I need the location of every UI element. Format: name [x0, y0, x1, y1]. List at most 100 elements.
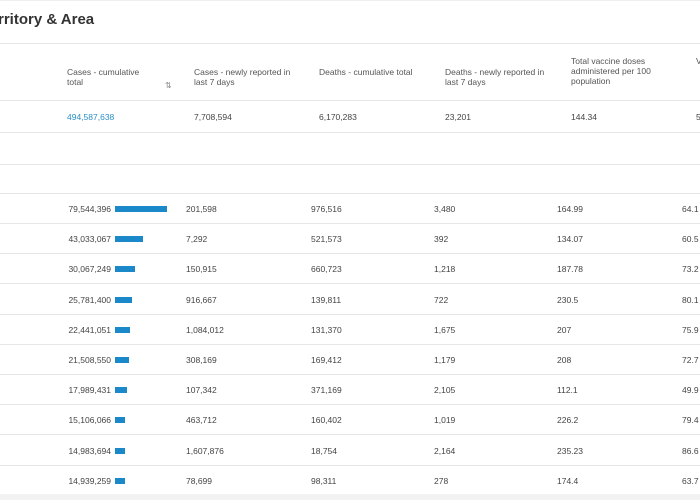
cases-bar: [115, 387, 127, 394]
cell-cases-7d: 201,598: [186, 204, 217, 214]
cell-vaccine-per-100: 230.5: [557, 294, 579, 305]
global-extra: 5: [696, 112, 700, 122]
cell-vaccine-per-100: 134.07: [557, 234, 583, 245]
cases-bar: [115, 477, 125, 484]
cell-deaths-total: 139,811: [311, 294, 342, 305]
header-cases-total[interactable]: Cases - cumulative total: [67, 67, 157, 87]
table-row[interactable]: 14,939,259 78,699 98,311 278 174.4 63.7: [0, 466, 700, 496]
cell-deaths-7d: 392: [434, 234, 449, 245]
cell-deaths-total: 169,412: [311, 355, 342, 365]
cell-deaths-total: 18,754: [311, 445, 337, 456]
table-row[interactable]: 14,983,694 1,607,876 18,754 2,164 235.23 86.6: [0, 436, 700, 466]
table-header: Cases - cumulative total ⇅ Cases - newly…: [0, 44, 700, 101]
cell-cases-total: 25,781,400: [68, 294, 111, 305]
cell-cases-total: 14,983,694: [68, 445, 111, 456]
cell-cases-total: 79,544,396: [68, 204, 111, 214]
cell-cases-7d: 1,084,012: [186, 324, 224, 335]
cell-extra: 63.7: [682, 475, 699, 486]
cell-deaths-7d: 1,019: [434, 415, 456, 426]
cases-bar: [115, 296, 132, 303]
cell-cases-total: 14,939,259: [68, 475, 111, 486]
cases-bar: [115, 266, 135, 273]
cell-cases-7d: 78,699: [186, 475, 212, 486]
cell-deaths-total: 98,311: [311, 475, 337, 486]
global-vaccine-per-100: 144.34: [571, 112, 597, 122]
cell-deaths-7d: 3,480: [434, 204, 456, 214]
covid-table-panel: rritory & Area Cases - cumulative total …: [0, 0, 700, 500]
cell-cases-7d: 150,915: [186, 264, 217, 275]
cell-extra: 72.7: [682, 355, 699, 365]
global-deaths-7d: 23,201: [445, 112, 471, 122]
cases-bar: [115, 447, 125, 454]
table-row[interactable]: 30,067,249 150,915 660,723 1,218 187.78 73.2: [0, 254, 700, 285]
cell-cases-total: 15,106,066: [68, 415, 111, 426]
cell-cases-total: 21,508,550: [68, 355, 111, 365]
table-row[interactable]: 22,441,051 1,084,012 131,370 1,675 207 75.9: [0, 315, 700, 345]
spacer-row: [0, 165, 700, 194]
cases-bar: [115, 326, 130, 333]
cell-deaths-7d: 2,164: [434, 445, 456, 456]
cell-cases-7d: 463,712: [186, 415, 217, 426]
global-row: 494,587,638 7,708,594 6,170,283 23,201 1…: [0, 101, 700, 133]
global-cases-total-link[interactable]: 494,587,638: [67, 112, 114, 122]
footer-strip: [0, 494, 700, 500]
cell-cases-7d: 308,169: [186, 355, 217, 365]
spacer-row: [0, 133, 700, 165]
cell-extra: 60.5: [682, 234, 699, 245]
title-bar: rritory & Area: [0, 0, 700, 44]
header-extra[interactable]: V: [696, 56, 700, 66]
cases-bar: [115, 357, 129, 363]
cell-extra: 80.1: [682, 294, 699, 305]
cell-extra: 73.2: [682, 264, 699, 275]
cell-deaths-7d: 2,105: [434, 385, 456, 396]
cell-cases-7d: 1,607,876: [186, 445, 224, 456]
sort-icon[interactable]: ⇅: [165, 81, 172, 90]
cell-cases-total: 22,441,051: [68, 324, 111, 335]
cell-vaccine-per-100: 187.78: [557, 264, 583, 275]
cell-vaccine-per-100: 174.4: [557, 475, 579, 486]
cell-vaccine-per-100: 208: [557, 355, 572, 365]
cell-deaths-7d: 1,675: [434, 324, 456, 335]
table-row[interactable]: 43,033,067 7,292 521,573 392 134.07 60.5: [0, 224, 700, 255]
cell-deaths-7d: 278: [434, 475, 449, 486]
cell-vaccine-per-100: 112.1: [557, 385, 578, 396]
table-row[interactable]: 25,781,400 916,667 139,811 722 230.5 80.1: [0, 285, 700, 315]
cell-deaths-total: 660,723: [311, 264, 342, 275]
cell-vaccine-per-100: 164.99: [557, 204, 583, 214]
table-row[interactable]: 79,544,396 201,598 976,516 3,480 164.99 64.1: [0, 194, 700, 224]
cell-cases-total: 17,989,431: [68, 385, 111, 396]
table-row[interactable]: 21,508,550 308,169 169,412 1,179 208 72.7: [0, 345, 700, 375]
header-deaths-7d[interactable]: Deaths - newly reported in last 7 days: [445, 67, 555, 87]
cell-cases-7d: 7,292: [186, 234, 208, 245]
cell-deaths-total: 131,370: [311, 324, 342, 335]
cell-extra: 75.9: [682, 324, 699, 335]
cell-extra: 86.6: [682, 445, 699, 456]
cell-extra: 49.9: [682, 385, 699, 396]
page-title: rritory & Area: [0, 11, 95, 28]
cell-cases-7d: 916,667: [186, 294, 217, 305]
table-row[interactable]: 15,106,066 463,712 160,402 1,019 226.2 79.4: [0, 405, 700, 436]
global-deaths-total: 6,170,283: [319, 112, 357, 122]
header-cases-7d[interactable]: Cases - newly reported in last 7 days: [194, 67, 299, 87]
cell-extra: 79.4: [682, 415, 699, 426]
cell-deaths-7d: 1,179: [434, 355, 456, 365]
header-deaths-total[interactable]: Deaths - cumulative total: [319, 67, 414, 77]
cell-extra: 64.1: [682, 204, 699, 214]
header-vaccine-per-100[interactable]: Total vaccine doses administered per 100…: [571, 56, 671, 86]
cell-cases-total: 43,033,067: [68, 234, 111, 245]
cell-vaccine-per-100: 207: [557, 324, 572, 335]
cell-cases-7d: 107,342: [186, 385, 217, 396]
cell-vaccine-per-100: 235.23: [557, 445, 583, 456]
cell-deaths-total: 976,516: [311, 204, 342, 214]
cases-bar: [115, 236, 143, 243]
cell-vaccine-per-100: 226.2: [557, 415, 579, 426]
cell-deaths-7d: 1,218: [434, 264, 456, 275]
global-cases-7d: 7,708,594: [194, 112, 232, 122]
cell-deaths-total: 521,573: [311, 234, 342, 245]
cell-deaths-total: 371,169: [311, 385, 342, 396]
cases-bar: [115, 417, 125, 424]
table-row[interactable]: 17,989,431 107,342 371,169 2,105 112.1 49.9: [0, 375, 700, 406]
cell-deaths-total: 160,402: [311, 415, 342, 426]
cases-bar: [115, 206, 167, 212]
cell-deaths-7d: 722: [434, 294, 449, 305]
